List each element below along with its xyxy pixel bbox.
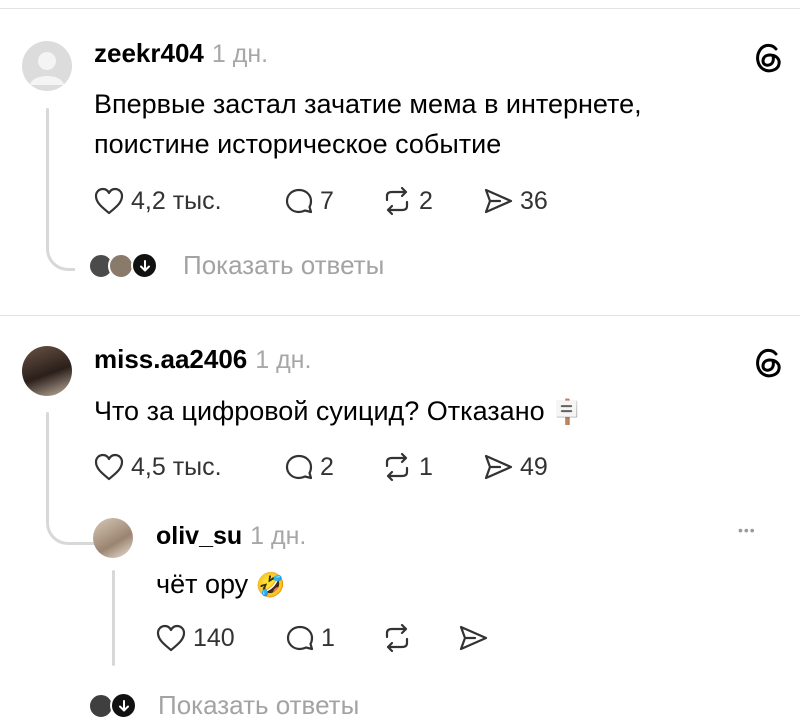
show-replies-link[interactable]: Показать ответы: [158, 690, 359, 721]
reply-repost-button[interactable]: [381, 623, 413, 653]
reply-reply-button[interactable]: 1: [285, 623, 335, 653]
share-count: 49: [520, 452, 548, 481]
repost-icon: [385, 452, 409, 482]
reply-username[interactable]: oliv_su 1 дн.: [156, 521, 306, 551]
reply-thread-line: [112, 570, 115, 666]
repost-button[interactable]: 1: [381, 452, 433, 482]
repost-count: 1: [419, 452, 433, 481]
reply-timestamp: 1 дн.: [250, 522, 307, 550]
reply-count: 7: [320, 186, 334, 215]
repost-button[interactable]: 2: [381, 186, 433, 216]
threads-logo-icon[interactable]: [752, 345, 786, 379]
comment-text-line-1: Впервые застал зачатие мема в интернете,: [94, 89, 642, 119]
comment-text-line-2: поистине историческое событие: [94, 129, 502, 159]
reply-reply-count: 1: [321, 623, 335, 652]
reply-text: чёт ору 🤣: [156, 564, 286, 606]
reply-username-text[interactable]: oliv_su: [156, 522, 242, 550]
reply-like-count: 140: [193, 623, 235, 652]
thread-line: [46, 412, 49, 512]
reply-like-button[interactable]: 140: [155, 623, 235, 653]
comment-bubble-icon: [286, 625, 314, 651]
reply-text-content: чёт ору: [156, 569, 249, 599]
laughing-emoji: 🤣: [255, 572, 286, 599]
reply-count: 2: [320, 452, 334, 481]
comment-bubble-icon: [285, 188, 313, 214]
like-count: 4,5 тыс.: [131, 452, 222, 481]
comment-text: Что за цифровой суицид? Отказано 🪧: [94, 391, 582, 433]
like-button[interactable]: 4,2 тыс.: [93, 186, 222, 216]
heart-icon: [94, 453, 124, 481]
heart-icon: [94, 187, 124, 215]
thread-line-curve: [46, 220, 75, 271]
reply-share-button[interactable]: [457, 623, 489, 653]
heart-icon: [156, 624, 186, 652]
arrow-down-icon: [110, 692, 137, 719]
username[interactable]: zeekr404 1 дн.: [94, 38, 268, 69]
show-replies-link[interactable]: Показать ответы: [183, 250, 384, 281]
comment-bubble-icon: [285, 454, 313, 480]
username-text[interactable]: miss.aa2406: [94, 344, 247, 374]
default-user-icon: [30, 52, 64, 85]
comment-text-content: Что за цифровой суицид? Отказано: [94, 396, 545, 426]
share-button[interactable]: 49: [482, 452, 548, 482]
username-text[interactable]: zeekr404: [94, 38, 204, 68]
avatar-default[interactable]: [22, 41, 72, 91]
timestamp: 1 дн.: [255, 346, 312, 374]
share-arrow-icon: [459, 625, 488, 651]
share-button[interactable]: 36: [482, 186, 548, 216]
share-arrow-icon: [484, 454, 513, 480]
arrow-down-icon: [131, 252, 158, 279]
reply-button[interactable]: 7: [284, 186, 334, 216]
repost-icon: [385, 186, 409, 216]
like-button[interactable]: 4,5 тыс.: [93, 452, 222, 482]
avatar-oliv-su[interactable]: [93, 518, 133, 558]
top-divider: [0, 8, 800, 9]
share-count: 36: [520, 186, 548, 215]
reply-button[interactable]: 2: [284, 452, 334, 482]
threads-logo-icon[interactable]: [752, 40, 786, 74]
like-count: 4,2 тыс.: [131, 186, 222, 215]
username[interactable]: miss.aa2406 1 дн.: [94, 344, 311, 375]
comment-divider: [0, 315, 800, 316]
more-dots-icon[interactable]: •••: [738, 522, 756, 538]
placard-emoji: 🪧: [552, 399, 583, 426]
repost-icon: [385, 623, 409, 653]
repost-count: 2: [419, 186, 433, 215]
avatar-miss-aa2406[interactable]: [22, 346, 72, 396]
share-arrow-icon: [484, 188, 513, 214]
thread-line-curve: [46, 500, 97, 545]
thread-line: [46, 108, 49, 238]
timestamp: 1 дн.: [211, 40, 269, 68]
